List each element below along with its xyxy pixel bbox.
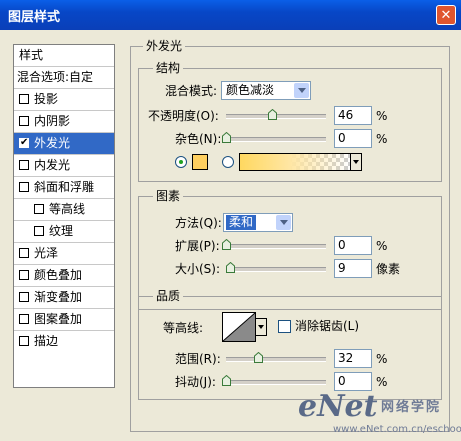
gradient-dropdown-button[interactable] [350, 153, 362, 171]
style-item-inner-glow[interactable]: 内发光 [14, 155, 114, 177]
style-item-satin[interactable]: 光泽 [14, 243, 114, 265]
style-item-bevel-emboss[interactable]: 斜面和浮雕 [14, 177, 114, 199]
outer-glow-checkbox[interactable]: ✔ [19, 138, 29, 148]
technique-value: 柔和 [226, 215, 257, 230]
satin-label: 光泽 [34, 246, 59, 260]
gradient-overlay-label: 渐变叠加 [34, 290, 83, 304]
noise-slider-track[interactable] [226, 137, 326, 142]
chevron-down-icon [276, 215, 291, 230]
structure-title: 结构 [153, 61, 184, 75]
styles-header-label: 样式 [19, 48, 44, 62]
quality-title: 品质 [153, 289, 184, 303]
texture-label: 纹理 [49, 224, 74, 238]
jitter-label: 抖动(J): [175, 375, 216, 389]
jitter-unit: % [376, 375, 388, 389]
window-title: 图层样式 [8, 10, 61, 25]
outer-glow-title: 外发光 [143, 39, 186, 53]
style-item-texture[interactable]: 纹理 [14, 221, 114, 243]
solid-color-radio[interactable] [175, 156, 187, 168]
range-slider-track[interactable] [226, 357, 326, 362]
style-item-pattern-overlay[interactable]: 图案叠加 [14, 309, 114, 331]
opacity-label: 不透明度(O): [148, 109, 219, 123]
antialias-label: 消除锯齿(L) [295, 319, 360, 333]
spread-input[interactable]: 0 [334, 236, 372, 255]
texture-checkbox[interactable] [34, 226, 44, 236]
bevel-emboss-checkbox[interactable] [19, 182, 29, 192]
watermark-text: 网络学院 [381, 400, 442, 415]
style-item-drop-shadow[interactable]: 投影 [14, 89, 114, 111]
bevel-emboss-label: 斜面和浮雕 [34, 180, 95, 194]
noise-label: 杂色(N): [175, 132, 222, 146]
watermark-logo: eNet [298, 389, 378, 424]
technique-label: 方法(Q): [175, 216, 222, 230]
style-item-gradient-overlay[interactable]: 渐变叠加 [14, 287, 114, 309]
inner-glow-checkbox[interactable] [19, 160, 29, 170]
glow-color-swatch[interactable] [192, 154, 208, 170]
noise-input[interactable]: 0 [334, 129, 372, 148]
size-slider-thumb[interactable] [225, 262, 235, 273]
opacity-unit: % [376, 109, 388, 123]
close-button[interactable]: ✕ [436, 5, 456, 25]
spread-slider-track[interactable] [226, 244, 326, 249]
contour-dropdown-button[interactable] [255, 318, 267, 336]
opacity-input[interactable]: 46 [334, 106, 372, 125]
contour-picker[interactable] [222, 312, 256, 342]
noise-unit: % [376, 132, 388, 146]
range-unit: % [376, 352, 388, 366]
style-item-stroke[interactable]: 描边 [14, 331, 114, 353]
inner-shadow-label: 内阴影 [34, 114, 71, 128]
stroke-label: 描边 [34, 334, 59, 348]
spread-slider-thumb[interactable] [222, 239, 231, 250]
outer-glow-label: 外发光 [34, 136, 71, 150]
stroke-checkbox[interactable] [19, 336, 29, 346]
gradient-overlay-checkbox[interactable] [19, 292, 29, 302]
contour-label: 等高线 [49, 202, 86, 216]
pattern-overlay-checkbox[interactable] [19, 314, 29, 324]
range-input[interactable]: 32 [334, 349, 372, 368]
spread-label: 扩展(P): [175, 239, 220, 253]
spread-unit: % [376, 239, 388, 253]
inner-shadow-checkbox[interactable] [19, 116, 29, 126]
range-slider-thumb[interactable] [254, 352, 263, 363]
elements-title: 图素 [153, 189, 184, 203]
glow-gradient-picker[interactable] [239, 153, 351, 171]
title-bar: 图层样式 ✕ [0, 0, 461, 30]
drop-shadow-checkbox[interactable] [19, 94, 29, 104]
jitter-slider-thumb[interactable] [222, 375, 231, 386]
contour-linear-icon [222, 312, 256, 342]
blend-mode-label: 混合模式: [165, 84, 218, 98]
size-unit: 像素 [376, 262, 401, 276]
blend-options-label: 混合选项:自定 [17, 70, 94, 84]
color-overlay-checkbox[interactable] [19, 270, 29, 280]
drop-shadow-label: 投影 [34, 92, 59, 106]
pattern-overlay-label: 图案叠加 [34, 312, 83, 326]
opacity-slider-thumb[interactable] [268, 109, 277, 120]
noise-slider-thumb[interactable] [222, 132, 231, 143]
color-overlay-label: 颜色叠加 [34, 268, 83, 282]
watermark-url: www.eNet.com.cn/eschool [333, 424, 461, 435]
layer-style-dialog: 样式 混合选项:自定 投影 内阴影 ✔ 外发光 内发光 斜面和浮雕 等高线 纹理… [3, 30, 461, 438]
blend-mode-value: 颜色减淡 [226, 83, 275, 97]
size-input[interactable]: 9 [334, 259, 372, 278]
jitter-slider-track[interactable] [226, 380, 326, 385]
satin-checkbox[interactable] [19, 248, 29, 258]
style-item-contour[interactable]: 等高线 [14, 199, 114, 221]
styles-list: 样式 混合选项:自定 投影 内阴影 ✔ 外发光 内发光 斜面和浮雕 等高线 纹理… [13, 44, 115, 388]
chevron-down-icon [294, 83, 309, 98]
range-label: 范围(R): [175, 352, 221, 366]
style-item-inner-shadow[interactable]: 内阴影 [14, 111, 114, 133]
size-label: 大小(S): [175, 262, 221, 276]
gradient-radio[interactable] [222, 156, 234, 168]
styles-header[interactable]: 样式 [14, 45, 114, 67]
antialias-checkbox[interactable] [278, 320, 291, 333]
blend-mode-select[interactable]: 颜色减淡 [221, 81, 311, 100]
contour-checkbox[interactable] [34, 204, 44, 214]
inner-glow-label: 内发光 [34, 158, 71, 172]
blend-options-item[interactable]: 混合选项:自定 [14, 67, 114, 89]
style-item-color-overlay[interactable]: 颜色叠加 [14, 265, 114, 287]
contour-picker-label: 等高线: [163, 321, 204, 335]
technique-select[interactable]: 柔和 [223, 213, 293, 232]
size-slider-track[interactable] [226, 267, 326, 272]
style-item-outer-glow[interactable]: ✔ 外发光 [14, 133, 114, 155]
